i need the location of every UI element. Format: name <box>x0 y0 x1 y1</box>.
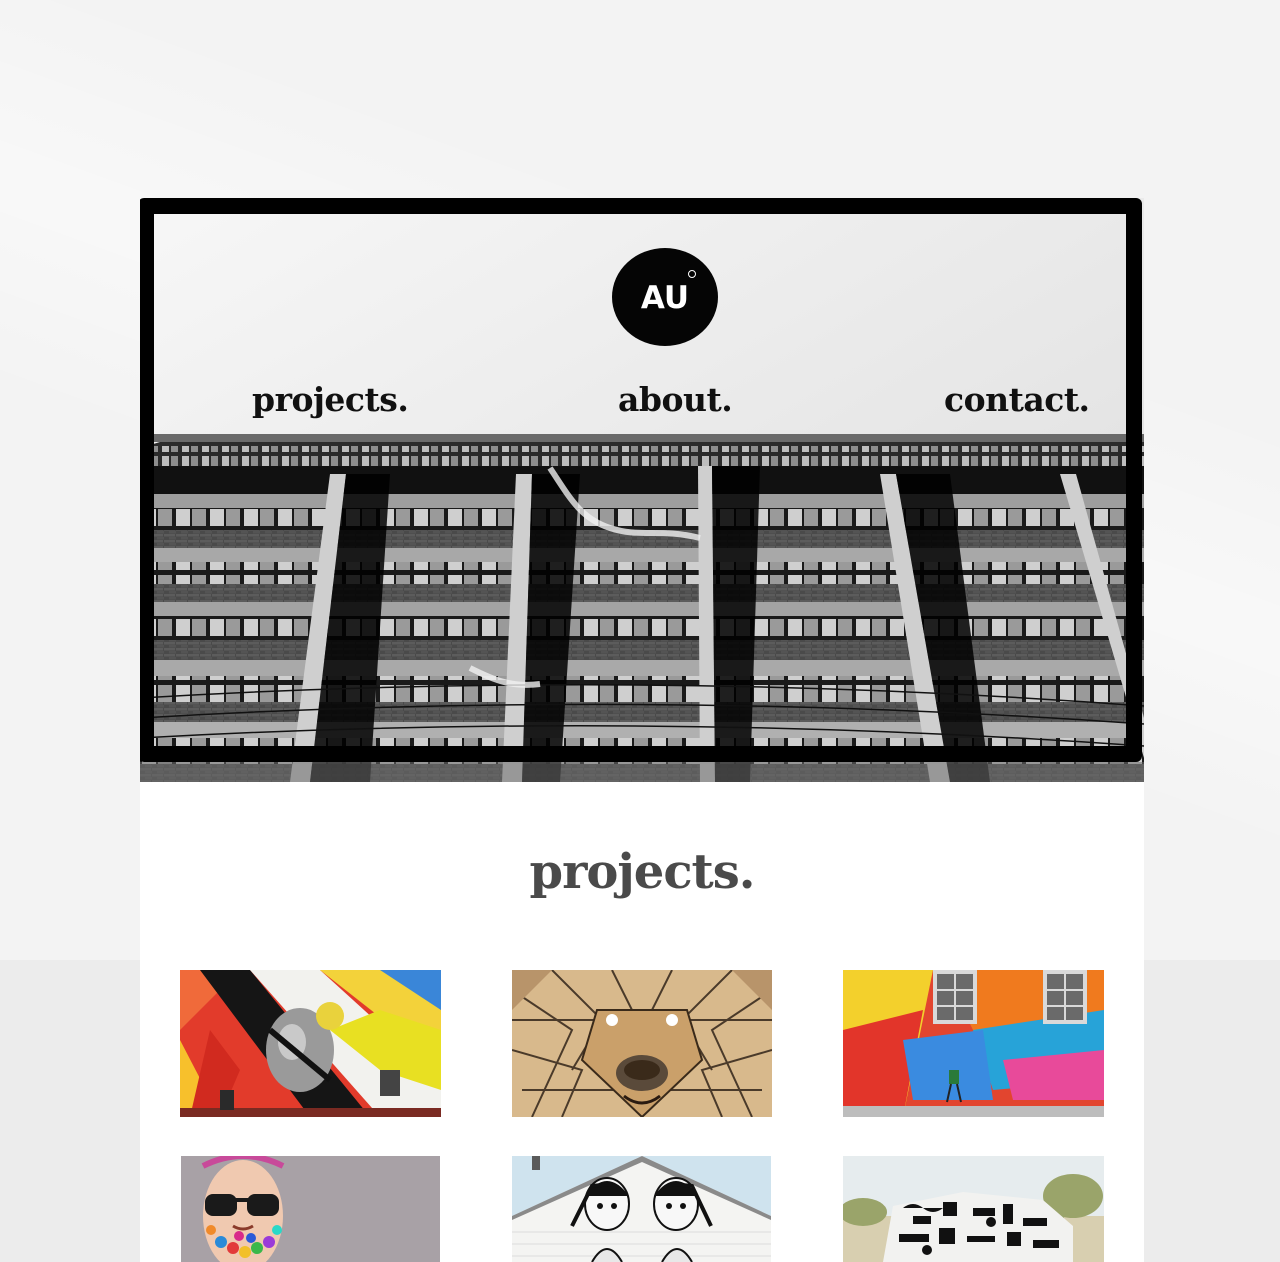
desert-graffiti-rock-image <box>843 1156 1104 1262</box>
projects-section: projects. <box>140 782 1144 1262</box>
project-thumbnail-2[interactable] <box>512 970 773 1117</box>
project-thumbnail-4[interactable] <box>181 1156 442 1262</box>
nav-projects-link[interactable]: projects. <box>252 380 409 419</box>
logo-degree-icon <box>688 270 696 278</box>
bearded-man-mural-image <box>181 1156 440 1262</box>
lion-mural-image <box>512 970 772 1117</box>
page-container: AU projects. about. contact. projects. <box>140 198 1144 1262</box>
hero-header: AU projects. about. contact. <box>140 198 1144 782</box>
twins-mural-image <box>512 1156 771 1262</box>
nav-contact-link[interactable]: contact. <box>944 380 1090 419</box>
project-thumbnail-5[interactable] <box>512 1156 773 1262</box>
project-thumbnail-3[interactable] <box>843 970 1104 1117</box>
au-logo[interactable]: AU <box>612 248 718 346</box>
logo-text: AU <box>640 280 690 316</box>
colorful-wall-image <box>843 970 1104 1117</box>
project-thumbnail-6[interactable] <box>843 1156 1104 1262</box>
nav-about-link[interactable]: about. <box>618 380 733 419</box>
projects-heading: projects. <box>529 844 756 900</box>
heart-mural-image <box>180 970 441 1117</box>
project-thumbnail-1[interactable] <box>180 970 441 1117</box>
